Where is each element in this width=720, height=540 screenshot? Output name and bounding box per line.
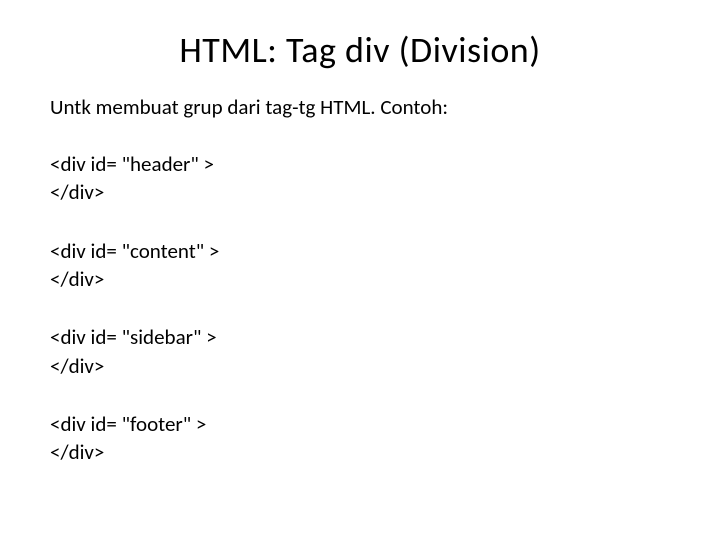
code-line: </div> bbox=[50, 438, 670, 466]
code-line: <div id= "footer" > bbox=[50, 410, 670, 438]
code-line: </div> bbox=[50, 265, 670, 293]
code-example-footer: <div id= "footer" > </div> bbox=[50, 410, 670, 467]
code-example-sidebar: <div id= "sidebar" > </div> bbox=[50, 323, 670, 380]
code-line: <div id= "content" > bbox=[50, 237, 670, 265]
code-line: <div id= "sidebar" > bbox=[50, 323, 670, 351]
code-line: </div> bbox=[50, 178, 670, 206]
code-example-header: <div id= "header" > </div> bbox=[50, 150, 670, 207]
code-line: <div id= "header" > bbox=[50, 150, 670, 178]
code-line: </div> bbox=[50, 352, 670, 380]
slide-title: HTML: Tag div (Division) bbox=[50, 28, 670, 72]
code-example-content: <div id= "content" > </div> bbox=[50, 237, 670, 294]
slide-description: Untk membuat grup dari tag-tg HTML. Cont… bbox=[50, 94, 670, 120]
